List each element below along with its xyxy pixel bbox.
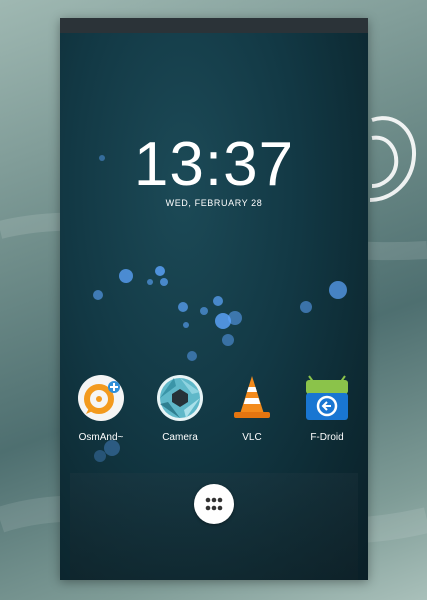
fdroid-icon: [306, 375, 348, 420]
clock-time: 13:37: [133, 130, 295, 199]
debian-swirl-logo: [369, 116, 417, 202]
clock-date: WED, FEBRUARY 28: [165, 198, 263, 208]
vlc-icon: [234, 376, 270, 418]
app-label-fdroid: F-Droid: [310, 432, 344, 443]
app-label-vlc: VLC: [242, 432, 262, 443]
app-camera[interactable]: Camera: [145, 374, 215, 443]
camera-icon: [157, 375, 203, 421]
app-osmand[interactable]: OsmAnd~: [66, 374, 136, 443]
osmand-icon: [78, 375, 124, 421]
app-label-osmand: OsmAnd~: [78, 432, 124, 443]
app-vlc[interactable]: VLC: [217, 374, 287, 443]
app-drawer-button[interactable]: [194, 484, 234, 524]
app-fdroid[interactable]: F-Droid: [292, 374, 362, 443]
app-drawer-icon: [205, 497, 223, 511]
app-label-camera: Camera: [162, 432, 198, 443]
android-home-screen: 13:37 WED, FEBRUARY 28 OsmAnd~ Camera VL…: [60, 18, 368, 580]
